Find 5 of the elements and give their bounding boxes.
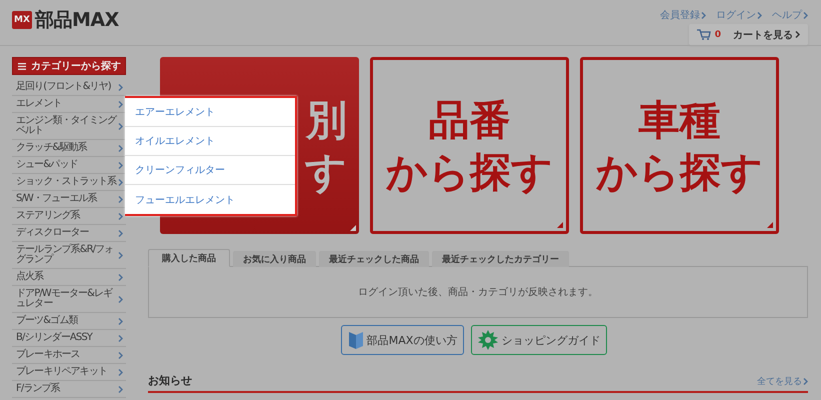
news-title: お知らせ [148,373,192,388]
category-header-title: カテゴリーから探す [31,60,121,73]
logo-badge: MX [12,11,32,29]
panel-message: ログイン頂いた後、商品・カテゴリが反映されます。 [358,286,598,299]
cart-count: 0 [714,30,721,40]
